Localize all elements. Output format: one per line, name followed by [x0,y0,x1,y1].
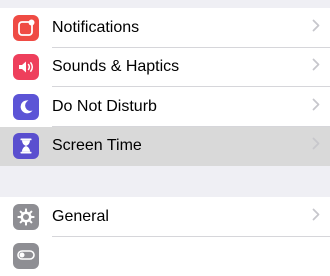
moon-icon [13,94,39,120]
settings-row-label: Notifications [52,18,139,38]
settings-row-label: Screen Time [52,136,142,156]
settings-row-partial[interactable] [0,237,330,276]
settings-row-screen-time[interactable]: Screen Time [0,127,330,167]
settings-group-notifications: Notifications Sounds & Haptics Do Not Di… [0,8,330,166]
chevron-right-icon [312,137,320,155]
settings-row-sounds-haptics[interactable]: Sounds & Haptics [0,48,330,88]
top-strip [0,0,330,8]
settings-row-label: General [52,207,109,227]
settings-row-notifications[interactable]: Notifications [0,8,330,48]
speaker-icon [13,54,39,80]
toggle-icon [13,243,39,269]
settings-group-general: General [0,197,330,276]
hourglass-icon [13,133,39,159]
settings-row-label: Do Not Disturb [52,97,157,117]
settings-row-label: Sounds & Haptics [52,57,179,77]
notifications-icon [13,15,39,41]
gear-icon [13,204,39,230]
chevron-right-icon [312,208,320,226]
chevron-right-icon [312,58,320,76]
chevron-right-icon [312,98,320,116]
settings-row-do-not-disturb[interactable]: Do Not Disturb [0,87,330,127]
chevron-right-icon [312,19,320,37]
settings-row-general[interactable]: General [0,197,330,237]
